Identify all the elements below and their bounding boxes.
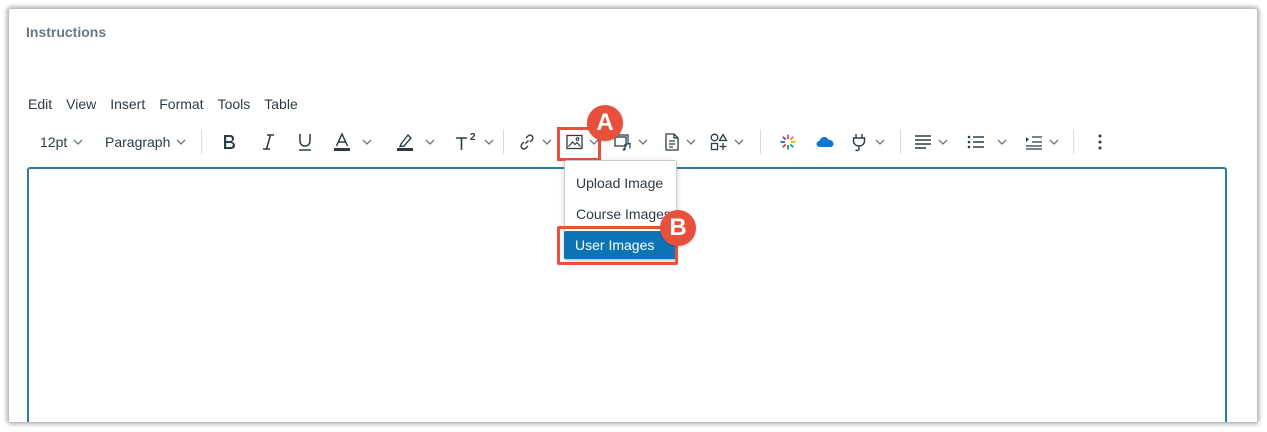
underline-icon xyxy=(299,134,311,151)
onedrive-icon xyxy=(816,137,834,147)
indent-button[interactable] xyxy=(1025,127,1059,157)
more-options-icon xyxy=(1098,134,1102,150)
toolbar-divider xyxy=(900,130,901,154)
underline-button[interactable] xyxy=(296,127,314,157)
shapes-icon xyxy=(710,133,728,151)
shapes-button[interactable] xyxy=(710,127,744,157)
document-button[interactable] xyxy=(664,127,696,157)
more-options-button[interactable] xyxy=(1097,127,1103,157)
menu-edit[interactable]: Edit xyxy=(28,96,52,114)
chevron-down-icon xyxy=(1049,139,1059,145)
menu-table[interactable]: Table xyxy=(264,96,297,114)
rich-content-editor-panel: Instructions Edit View Insert Format Too… xyxy=(9,9,1257,422)
toolbar-divider xyxy=(760,130,761,154)
chevron-down-icon xyxy=(425,139,435,145)
menu-view[interactable]: View xyxy=(66,96,96,114)
section-title: Instructions xyxy=(26,24,107,40)
font-size-select[interactable]: 12pt xyxy=(40,127,83,157)
chevron-down-icon xyxy=(362,139,372,145)
list-icon xyxy=(967,135,984,149)
callout-badge-b: B xyxy=(660,210,696,246)
document-icon xyxy=(665,133,679,151)
italic-button[interactable] xyxy=(260,127,276,157)
apps-button[interactable] xyxy=(779,127,797,157)
editor-menubar: Edit View Insert Format Tools Table xyxy=(28,96,312,114)
plugin-button[interactable] xyxy=(850,127,885,157)
block-format-value: Paragraph xyxy=(105,134,171,150)
italic-icon xyxy=(263,134,274,150)
chevron-down-icon xyxy=(938,139,948,145)
toolbar-divider xyxy=(201,130,202,154)
chevron-down-icon xyxy=(484,139,494,145)
link-button[interactable] xyxy=(518,127,552,157)
plugin-icon xyxy=(852,134,866,152)
align-icon xyxy=(915,135,931,149)
callout-badge-a: A xyxy=(587,105,623,141)
chevron-down-icon xyxy=(176,139,186,145)
chevron-down-icon xyxy=(734,139,744,145)
chevron-down-icon xyxy=(542,139,552,145)
list-button[interactable] xyxy=(967,127,1007,157)
superscript-mark: 2 xyxy=(470,131,476,143)
superscript-button[interactable]: 2 xyxy=(454,127,494,157)
menu-item-upload-image[interactable]: Upload Image xyxy=(565,169,676,197)
editor-toolbar: 12pt Paragraph 2 xyxy=(9,127,1257,157)
toolbar-divider xyxy=(503,130,504,154)
menu-tools[interactable]: Tools xyxy=(218,96,251,114)
indent-icon xyxy=(1026,136,1042,150)
block-format-select[interactable]: Paragraph xyxy=(105,127,186,157)
bold-icon xyxy=(224,135,235,149)
align-button[interactable] xyxy=(914,127,948,157)
highlight-icon xyxy=(397,133,413,151)
chevron-down-icon xyxy=(73,139,83,145)
text-color-button[interactable] xyxy=(333,127,372,157)
toolbar-divider xyxy=(1073,130,1074,154)
chevron-down-icon xyxy=(638,139,648,145)
link-icon xyxy=(520,134,534,150)
text-color-icon xyxy=(334,132,350,151)
highlight-color-button[interactable] xyxy=(396,127,435,157)
bold-button[interactable] xyxy=(220,127,238,157)
menu-insert[interactable]: Insert xyxy=(110,96,145,114)
chevron-down-icon xyxy=(875,139,885,145)
onedrive-button[interactable] xyxy=(816,127,834,157)
font-size-value: 12pt xyxy=(40,134,68,150)
chevron-down-icon xyxy=(686,139,696,145)
apps-icon xyxy=(780,134,796,150)
chevron-down-icon xyxy=(997,139,1007,145)
menu-format[interactable]: Format xyxy=(159,96,203,114)
